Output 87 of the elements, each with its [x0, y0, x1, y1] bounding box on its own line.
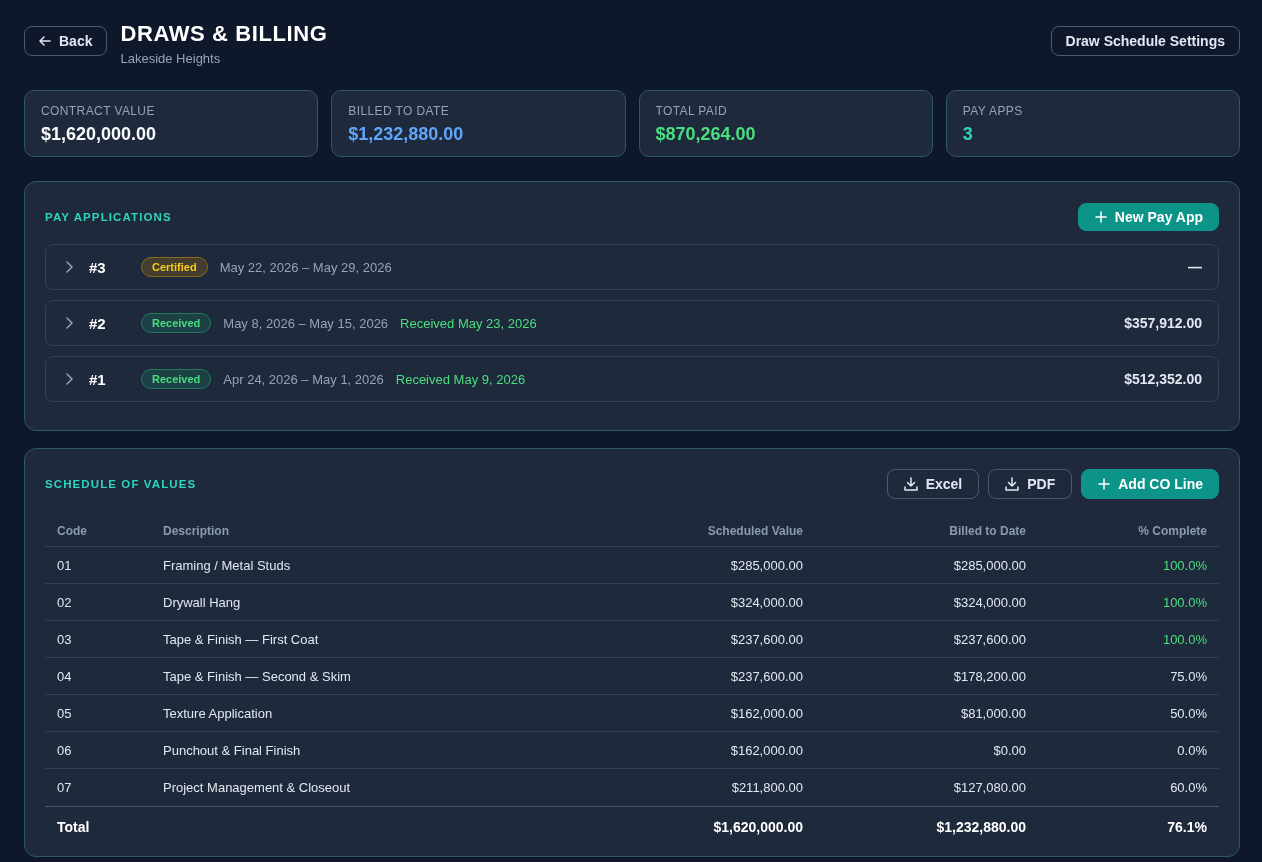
table-cell-text: 60.0%: [1169, 780, 1208, 795]
table-cell-text: $127,080.00: [952, 780, 1027, 795]
table-cell-text: $1,232,880.00: [935, 818, 1027, 835]
pay-app-number: #1: [89, 370, 107, 388]
project-name: Lakeside Heights: [120, 50, 222, 68]
pay-app-amount: $357,912.00: [1124, 315, 1202, 331]
back-button[interactable]: Back: [24, 26, 108, 56]
table-cell-text: 76.1%: [1166, 818, 1208, 835]
pay-app-amount: —: [1188, 259, 1202, 275]
chevron-right-icon[interactable]: [66, 261, 73, 273]
stat-label: TOTAL PAID: [655, 103, 729, 119]
status-badge: Received: [141, 369, 212, 389]
table-cell-text: 04: [56, 668, 73, 684]
pay-app-row[interactable]: #1 Received Apr 24, 2026 – May 1, 2026 Received May 9, 2026 $512,352.00: [45, 356, 1219, 402]
table-cell-text: Texture Application: [162, 705, 274, 721]
table-cell-text: 05: [56, 705, 73, 721]
column-header: Code: [56, 523, 88, 538]
download-button[interactable]: PDF: [988, 469, 1073, 499]
table-cell-text: 07: [56, 780, 73, 795]
table-cell-text: $285,000.00: [952, 557, 1027, 573]
table-cell-text: 0.0%: [1176, 742, 1208, 758]
table-cell-text: Framing / Metal Studs: [162, 557, 292, 573]
table-cell-text: 100.0%: [1161, 557, 1208, 573]
add-line-button[interactable]: Add CO Line: [1081, 469, 1219, 499]
table-cell-text: 01: [56, 557, 73, 573]
table-cell-text: $324,000.00: [729, 594, 804, 610]
section-title: SCHEDULE OF VALUES: [45, 478, 197, 490]
received-date: Received May 9, 2026: [395, 371, 526, 387]
draw-schedule-settings-button[interactable]: Draw Schedule Settings: [1050, 26, 1240, 56]
pay-app-row[interactable]: #2 Received May 8, 2026 – May 15, 2026 Received May 23, 2026 $357,912.00: [45, 300, 1219, 346]
pay-app-row[interactable]: #3 Certified May 22, 2026 – May 29, 2026 —: [45, 244, 1219, 290]
arrow-left-icon: [39, 35, 51, 47]
pay-app-amount: $512,352.00: [1124, 371, 1202, 387]
table-cell-text: $237,600.00: [952, 631, 1027, 647]
table-cell-text: Drywall Hang: [162, 594, 242, 610]
column-header: % Complete: [1137, 523, 1208, 538]
column-header: Description: [162, 523, 230, 538]
column-header: Scheduled Value: [706, 523, 804, 538]
billing-period: Apr 24, 2026 – May 1, 2026: [223, 371, 384, 387]
status-badge: Certified: [141, 257, 208, 277]
pay-app-number: #2: [89, 314, 107, 332]
table-cell-text: 02: [56, 594, 73, 610]
table-cell-text: 50.0%: [1169, 705, 1208, 721]
stat-value: $1,620,000.00: [41, 123, 158, 146]
table-cell-text: $1,620,000.00: [712, 818, 804, 835]
table-cell-text: 100.0%: [1161, 631, 1208, 647]
download-icon: [903, 477, 918, 491]
table-cell-text: Project Management & Closeout: [162, 780, 352, 795]
stat-value: $1,232,880.00: [348, 123, 465, 146]
table-cell-text: $237,600.00: [729, 631, 804, 647]
table-cell-text: $324,000.00: [952, 594, 1027, 610]
column-header: Billed to Date: [948, 523, 1027, 538]
plus-icon: [1094, 211, 1107, 223]
table-cell-text: $162,000.00: [729, 742, 804, 758]
table-cell-text: $81,000.00: [959, 705, 1027, 721]
table-cell-text: 03: [56, 631, 73, 647]
billing-period: May 22, 2026 – May 29, 2026: [219, 259, 392, 275]
stat-label: PAY APPS: [962, 103, 1024, 119]
table-cell-text: 100.0%: [1161, 594, 1208, 610]
stat-value: $870,264.00: [655, 123, 757, 146]
received-date: Received May 23, 2026: [400, 315, 537, 331]
table-cell-text: Tape & Finish — Second & Skim: [162, 668, 352, 684]
download-icon: [1005, 477, 1020, 491]
total-label: Total: [56, 818, 91, 835]
table-cell-text: $162,000.00: [729, 705, 804, 721]
table-cell-text: $211,800.00: [730, 780, 804, 795]
table-cell-text: $237,600.00: [729, 668, 804, 684]
table-cell-text: $0.00: [992, 742, 1027, 758]
chevron-right-icon[interactable]: [66, 373, 73, 385]
table-cell-text: 75.0%: [1169, 668, 1208, 684]
pay-app-number: #3: [89, 258, 107, 276]
chevron-right-icon[interactable]: [66, 317, 73, 329]
table-cell-text: $178,200.00: [952, 668, 1027, 684]
billing-period: May 8, 2026 – May 15, 2026: [223, 315, 389, 331]
table-cell-text: Tape & Finish — First Coat: [162, 631, 320, 647]
page-title: DRAWS & BILLING: [120, 20, 328, 48]
status-badge: Received: [141, 313, 212, 333]
new-pay-app-button[interactable]: New Pay App: [1077, 203, 1219, 231]
section-title: PAY APPLICATIONS: [45, 211, 172, 223]
download-button[interactable]: Excel: [886, 469, 980, 499]
table-cell-text: $285,000.00: [729, 557, 804, 573]
plus-icon: [1098, 478, 1111, 490]
table-cell-text: Punchout & Final Finish: [162, 742, 302, 758]
stat-label: CONTRACT VALUE: [41, 103, 156, 119]
stat-label: BILLED TO DATE: [348, 103, 451, 119]
table-cell-text: 06: [56, 742, 73, 758]
stat-value: 3: [962, 123, 974, 146]
